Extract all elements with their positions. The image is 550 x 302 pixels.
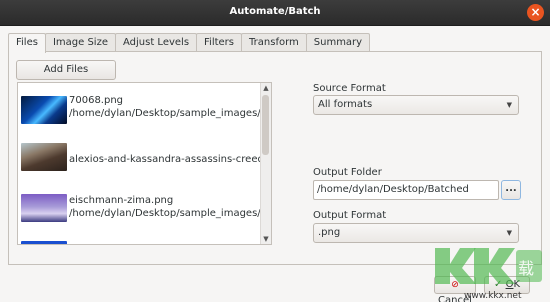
source-format-value: All formats	[318, 99, 373, 110]
tab-summary[interactable]: Summary	[305, 33, 371, 52]
close-button[interactable]: ×	[527, 4, 544, 21]
file-path: /home/dylan/Desktop/sample_images/...	[69, 208, 271, 219]
chevron-down-icon: ▼	[506, 101, 512, 109]
list-item[interactable]: eischmann-zima.png /home/dylan/Desktop/s…	[18, 184, 270, 230]
file-thumbnail	[21, 194, 67, 222]
list-item[interactable]: alexios-and-kassandra-assassins-creed...	[18, 134, 271, 178]
source-format-label: Source Format	[313, 83, 386, 94]
output-format-label: Output Format	[313, 210, 387, 221]
scroll-thumb[interactable]	[262, 95, 269, 155]
window-title: Automate/Batch	[229, 6, 321, 17]
list-item[interactable]: 70068.png /home/dylan/Desktop/sample_ima…	[18, 87, 270, 133]
browse-folder-button[interactable]: ...	[501, 180, 521, 200]
tab-files[interactable]: Files	[8, 33, 46, 53]
tab-bar: Files Image Size Adjust Levels Filters T…	[8, 33, 371, 53]
chevron-down-icon: ▼	[506, 229, 512, 237]
file-name: eischmann-zima.png	[69, 195, 174, 206]
title-bar: Automate/Batch ×	[0, 0, 550, 26]
file-thumbnail	[21, 143, 67, 171]
output-folder-field[interactable]: /home/dylan/Desktop/Batched	[313, 180, 499, 200]
file-thumbnail	[21, 96, 67, 124]
svg-text:载: 载	[518, 259, 534, 278]
file-path: /home/dylan/Desktop/sample_images/...	[69, 108, 271, 119]
output-format-value: .png	[318, 227, 341, 238]
scroll-down-icon[interactable]: ▼	[261, 234, 271, 244]
tab-filters[interactable]: Filters	[196, 33, 243, 52]
tab-adjust-levels[interactable]: Adjust Levels	[114, 33, 198, 52]
output-format-select[interactable]: .png ▼	[313, 223, 519, 243]
tab-transform[interactable]: Transform	[241, 33, 307, 52]
file-name: 70068.png	[69, 95, 124, 106]
list-item[interactable]	[18, 241, 261, 244]
scroll-up-icon[interactable]: ▲	[261, 83, 271, 93]
source-format-select[interactable]: All formats ▼	[313, 95, 519, 115]
site-watermark-logo: 载 www.kkx.net	[435, 248, 542, 300]
file-name: alexios-and-kassandra-assassins-creed...	[69, 154, 272, 165]
file-list[interactable]: 70068.png /home/dylan/Desktop/sample_ima…	[17, 82, 272, 245]
files-panel: Add Files 70068.png /home/dylan/Desktop/…	[8, 51, 542, 265]
file-list-scrollbar[interactable]: ▲ ▼	[260, 83, 271, 244]
close-icon: ×	[530, 5, 541, 19]
watermark-url: www.kkx.net	[464, 291, 522, 300]
file-thumbnail	[21, 241, 67, 244]
tab-image-size[interactable]: Image Size	[44, 33, 116, 52]
add-files-button[interactable]: Add Files	[16, 60, 116, 80]
output-folder-label: Output Folder	[313, 167, 382, 178]
